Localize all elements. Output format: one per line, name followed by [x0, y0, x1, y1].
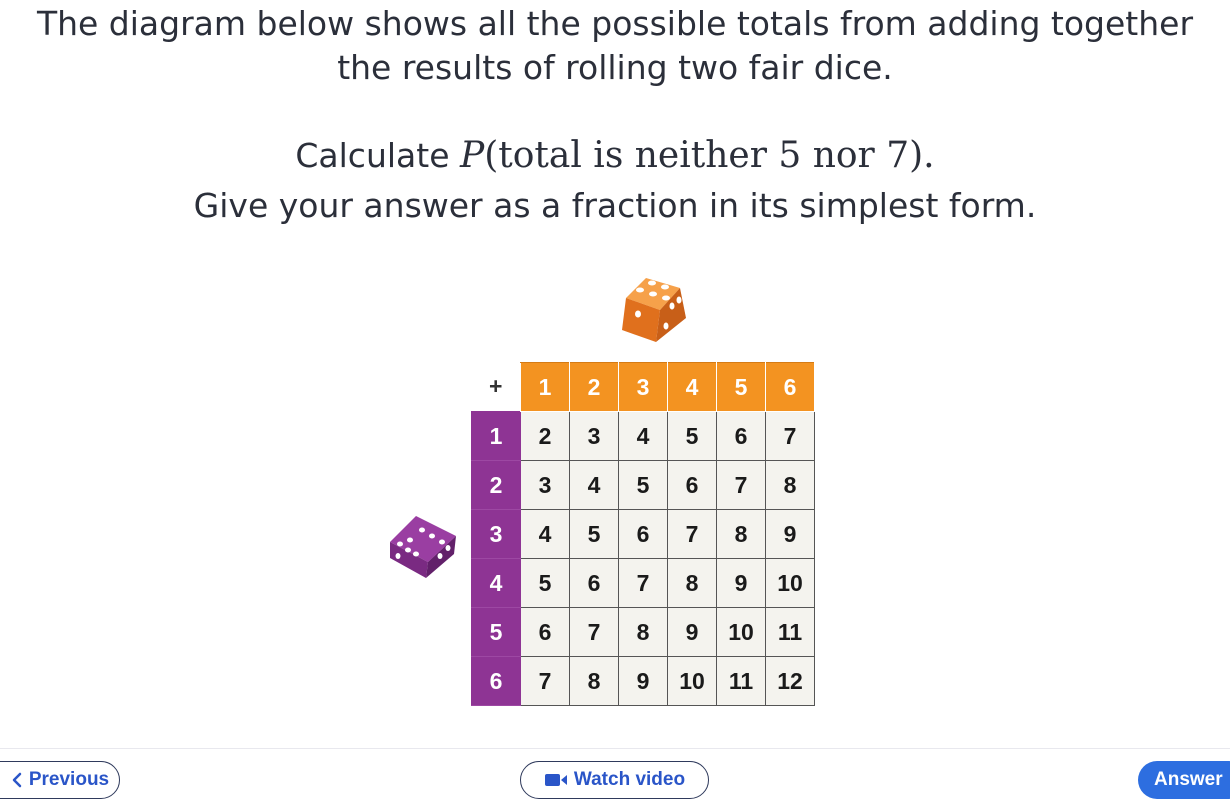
table-cell: 5	[667, 411, 717, 461]
row-header: 6	[471, 656, 521, 706]
table-row: 4 5 6 7 8 9 10	[471, 558, 815, 608]
header-row: + 1 2 3 4 5 6	[471, 362, 815, 412]
chevron-left-icon	[11, 772, 23, 788]
intro-text: The diagram below shows all the possible…	[0, 2, 1230, 90]
probability-expression: P(total is neither 5 nor 7).	[460, 135, 935, 176]
table-cell: 5	[618, 460, 668, 510]
probability-symbol: P	[460, 135, 485, 176]
row-header: 3	[471, 509, 521, 559]
table-cell: 9	[716, 558, 766, 608]
table-cell: 5	[569, 509, 619, 559]
column-header: 4	[667, 362, 717, 412]
table-cell: 11	[765, 607, 815, 657]
table-cell: 7	[569, 607, 619, 657]
table-cell: 10	[667, 656, 717, 706]
column-header: 1	[520, 362, 570, 412]
table-cell: 9	[618, 656, 668, 706]
question-line: Calculate P(total is neither 5 nor 7).	[0, 132, 1230, 180]
table-cell: 10	[765, 558, 815, 608]
plus-corner: +	[471, 362, 521, 412]
table-cell: 8	[618, 607, 668, 657]
table-row: 5 6 7 8 9 10 11	[471, 607, 815, 657]
previous-label: Previous	[28, 769, 110, 790]
table-cell: 8	[716, 509, 766, 559]
orange-die-icon	[622, 278, 686, 342]
previous-button[interactable]: Previous	[0, 761, 120, 799]
intro-line-1: The diagram below shows all the possible…	[36, 4, 1194, 43]
table-cell: 7	[716, 460, 766, 510]
table-cell: 9	[667, 607, 717, 657]
question: Calculate P(total is neither 5 nor 7). G…	[0, 132, 1230, 230]
table-cell: 4	[520, 509, 570, 559]
answer-label: Answer	[1154, 769, 1223, 790]
answer-button[interactable]: Answer	[1138, 761, 1230, 799]
row-header: 5	[471, 607, 521, 657]
video-camera-icon	[544, 772, 568, 788]
table-cell: 2	[520, 411, 570, 461]
table-row: 6 7 8 9 10 11 12	[471, 656, 815, 706]
purple-die-icon	[390, 516, 456, 578]
column-header: 3	[618, 362, 668, 412]
probability-event: (total is neither 5 nor 7).	[484, 135, 935, 176]
table-cell: 11	[716, 656, 766, 706]
table-cell: 10	[716, 607, 766, 657]
watch-video-button[interactable]: Watch video	[520, 761, 709, 799]
intro-line-2: the results of rolling two fair dice.	[337, 48, 893, 87]
row-header: 2	[471, 460, 521, 510]
column-header: 6	[765, 362, 815, 412]
question-instruction: Give your answer as a fraction in its si…	[193, 186, 1037, 225]
table-cell: 7	[667, 509, 717, 559]
table-cell: 6	[716, 411, 766, 461]
table-cell: 12	[765, 656, 815, 706]
row-header: 4	[471, 558, 521, 608]
table-cell: 4	[618, 411, 668, 461]
table-cell: 7	[520, 656, 570, 706]
column-header: 2	[569, 362, 619, 412]
sum-grid: + 1 2 3 4 5 6 1 2 3 4 5 6 7 2 3 4 5 6 7 …	[471, 362, 815, 706]
table-cell: 5	[520, 558, 570, 608]
table-cell: 6	[520, 607, 570, 657]
footer-divider	[0, 748, 1230, 749]
question-prefix: Calculate	[295, 136, 460, 175]
table-cell: 7	[618, 558, 668, 608]
table-cell: 7	[765, 411, 815, 461]
table-row: 3 4 5 6 7 8 9	[471, 509, 815, 559]
table-cell: 6	[569, 558, 619, 608]
table-cell: 3	[569, 411, 619, 461]
table-cell: 8	[765, 460, 815, 510]
table-cell: 8	[569, 656, 619, 706]
table-cell: 4	[569, 460, 619, 510]
table-cell: 6	[618, 509, 668, 559]
watch-video-label: Watch video	[573, 769, 686, 790]
table-row: 1 2 3 4 5 6 7	[471, 411, 815, 461]
table-cell: 6	[667, 460, 717, 510]
table-row: 2 3 4 5 6 7 8	[471, 460, 815, 510]
table-cell: 9	[765, 509, 815, 559]
row-header: 1	[471, 411, 521, 461]
table-cell: 3	[520, 460, 570, 510]
table-cell: 8	[667, 558, 717, 608]
dice-sum-table: + 1 2 3 4 5 6 1 2 3 4 5 6 7 2 3 4 5 6 7 …	[471, 362, 815, 706]
column-header: 5	[716, 362, 766, 412]
